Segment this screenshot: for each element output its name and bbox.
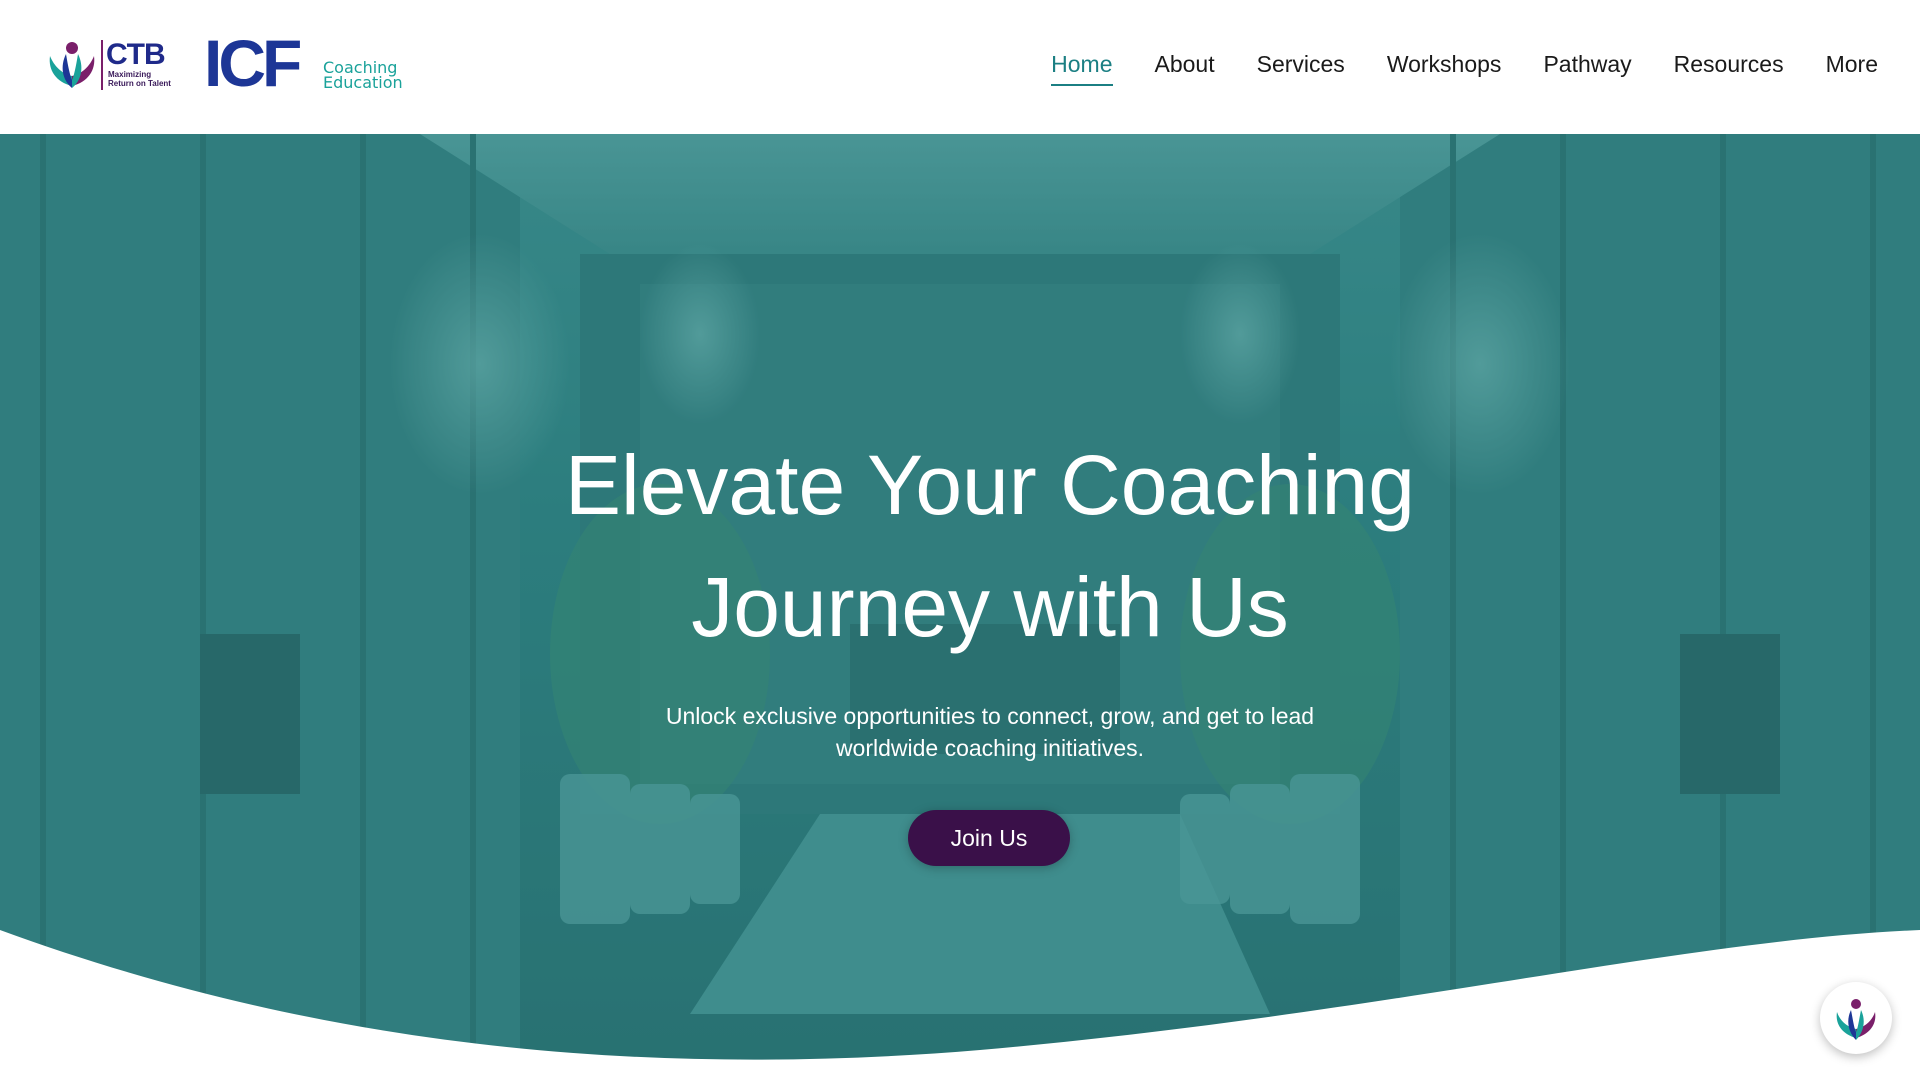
hero-title: Elevate Your Coaching Journey with Us xyxy=(460,424,1520,668)
ctb-tagline: Maximizing Return on Talent xyxy=(108,70,171,88)
icf-logo[interactable]: ICF Coaching Education xyxy=(204,30,404,96)
nav-item-resources[interactable]: Resources xyxy=(1674,50,1784,86)
nav-item-services[interactable]: Services xyxy=(1257,50,1345,86)
hero-subtitle-line1: Unlock exclusive opportunities to connec… xyxy=(665,703,1315,729)
hero-section: Elevate Your Coaching Journey with Us Un… xyxy=(0,134,1920,1080)
hero-subtitle-line2: worldwide coaching initiatives. xyxy=(835,735,1145,761)
ctb-divider xyxy=(101,40,103,90)
main-nav: Home About Services Workshops Pathway Re… xyxy=(1009,50,1878,86)
icf-wordmark: ICF xyxy=(204,26,302,100)
join-us-button[interactable]: Join Us xyxy=(908,810,1070,866)
ctb-emblem-icon xyxy=(49,42,95,88)
site-header: CTB Maximizing Return on Talent ICF Coac… xyxy=(0,0,1920,134)
hero-title-line1: Elevate Your Coaching xyxy=(565,438,1415,532)
hero-subtitle: Unlock exclusive opportunities to connec… xyxy=(640,700,1340,764)
chat-widget-button[interactable] xyxy=(1820,982,1892,1054)
hero-title-line2: Journey with Us xyxy=(691,560,1289,654)
hero-wave-divider xyxy=(0,930,1920,1080)
nav-item-more[interactable]: More xyxy=(1826,50,1878,86)
ctb-wordmark: CTB xyxy=(106,38,166,71)
ctb-logo[interactable]: CTB Maximizing Return on Talent xyxy=(44,36,174,94)
nav-item-home[interactable]: Home xyxy=(1051,50,1113,86)
icf-subtitle: Coaching Education xyxy=(323,60,403,92)
icf-subtitle-line2: Education xyxy=(323,73,403,92)
ctb-logo-icon xyxy=(1836,999,1876,1040)
nav-item-pathway[interactable]: Pathway xyxy=(1543,50,1631,86)
nav-item-about[interactable]: About xyxy=(1155,50,1215,86)
nav-item-workshops[interactable]: Workshops xyxy=(1387,50,1502,86)
